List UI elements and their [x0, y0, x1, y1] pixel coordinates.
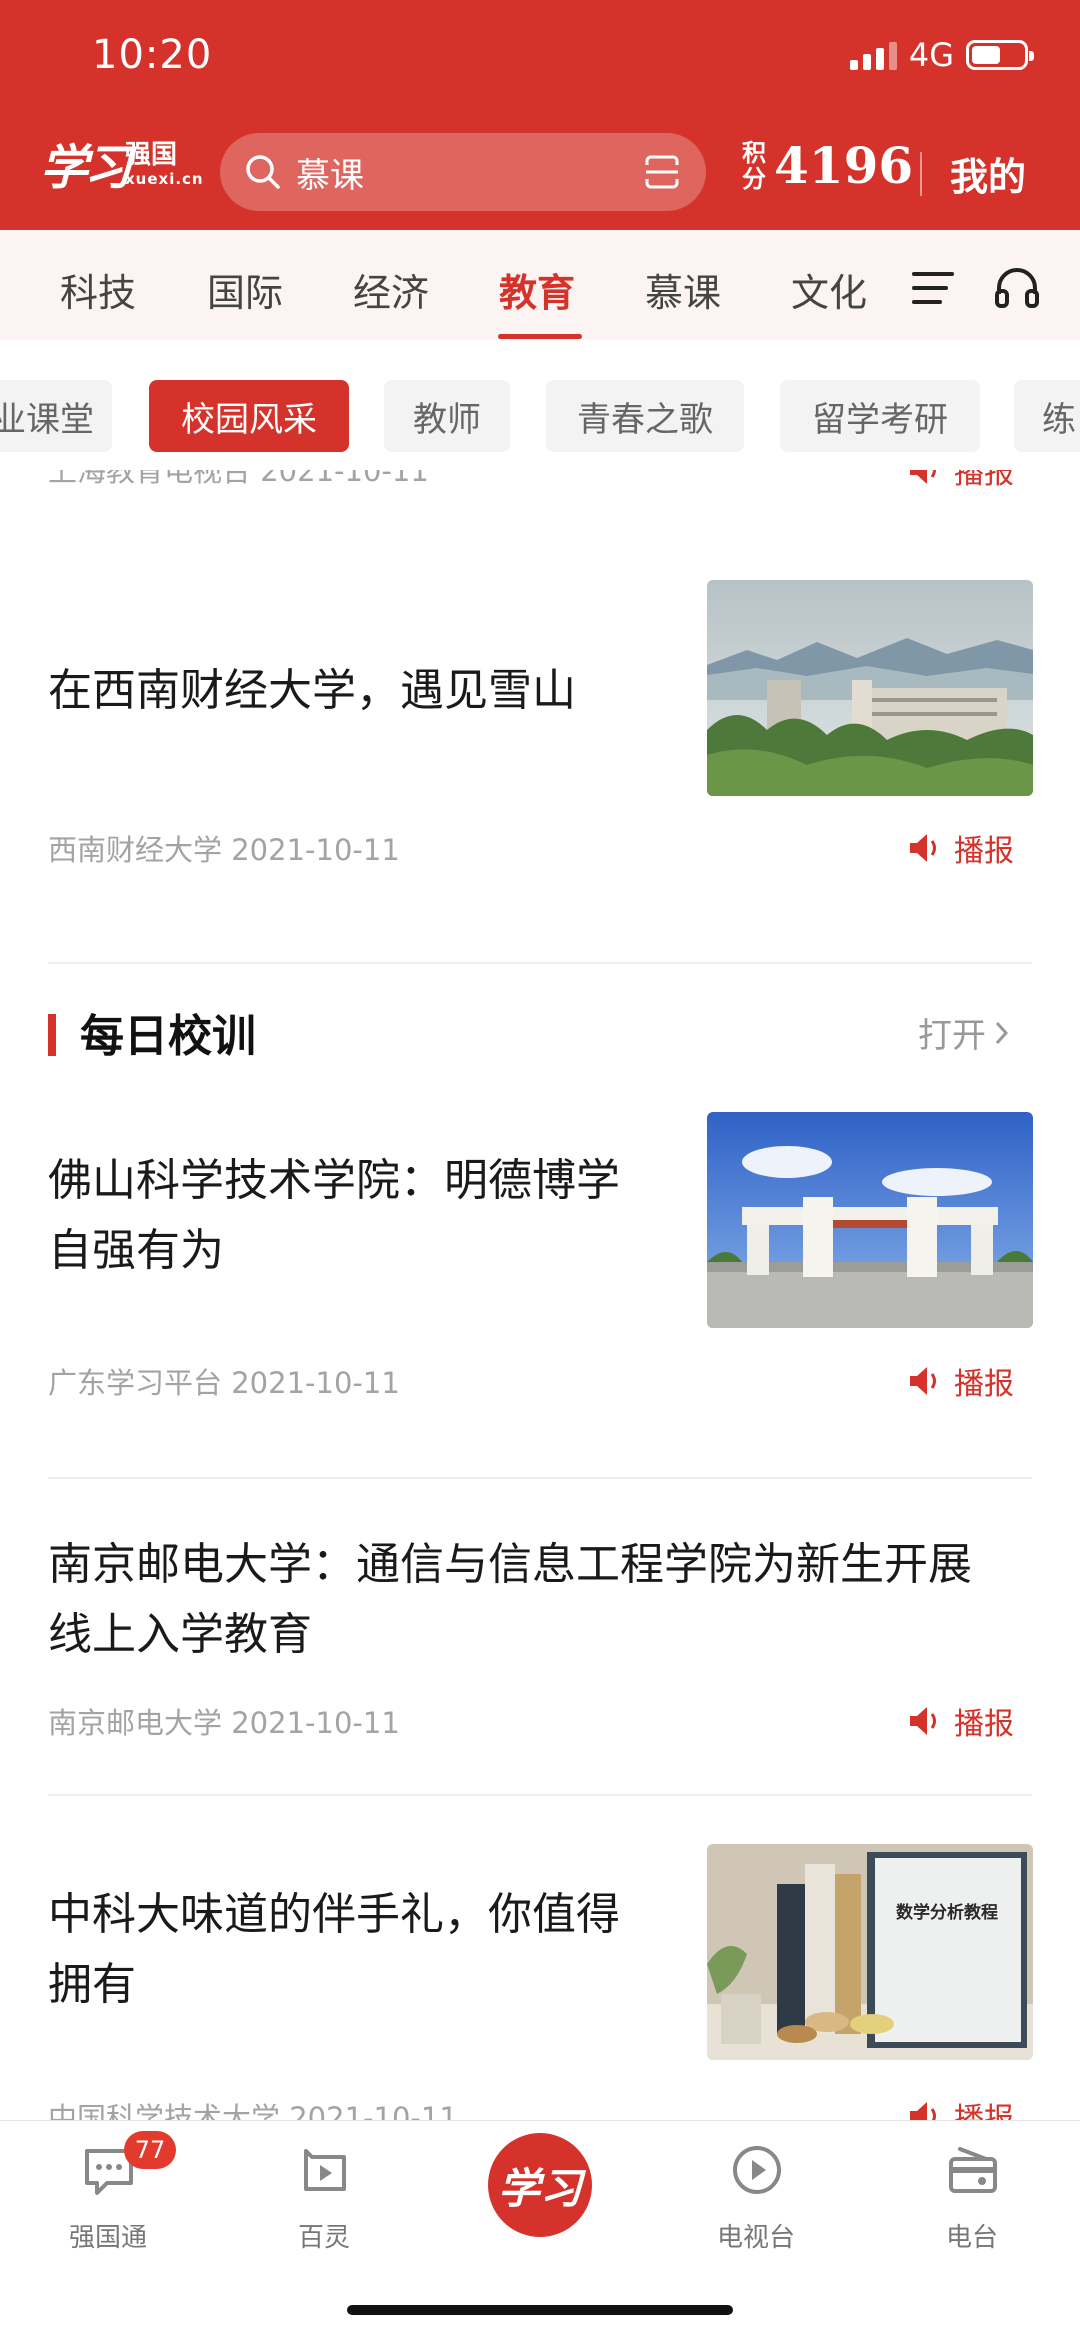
- status-time: 10:20: [92, 32, 213, 78]
- search-bar[interactable]: 慕课: [220, 133, 706, 211]
- section-title: 每日校训: [80, 1011, 256, 1062]
- subtab-xiaoyuan-fengcai[interactable]: 校园风采: [149, 380, 349, 452]
- subtab-zhiye-ketang[interactable]: 业课堂: [0, 380, 112, 452]
- logo-domain: xuexi.cn: [125, 170, 204, 188]
- article-thumbnail-snow-mountain: [707, 580, 1033, 796]
- home-indicator[interactable]: [347, 2305, 733, 2315]
- article-title: 中科大味道的伴手礼，你值得 拥有: [48, 1889, 620, 2010]
- app-header: 10:20 4G 学习 强国 xuexi.cn 慕课 积 分 4196 我的: [0, 0, 1080, 230]
- tab-keji[interactable]: 科技: [60, 262, 136, 317]
- status-bar-right: 4G: [849, 36, 1034, 74]
- play-circle-icon: [733, 2146, 781, 2194]
- menu-icon[interactable]: [912, 270, 954, 306]
- points-label: 积 分: [742, 138, 766, 193]
- book-title: 数学分析教程: [896, 1902, 998, 1923]
- subtab-more[interactable]: 练: [1014, 380, 1080, 452]
- scan-icon[interactable]: [644, 155, 680, 189]
- article-thumbnail-books: 数学分析教程: [707, 1844, 1033, 2060]
- article-meta: 广东学习平台 2021-10-11: [48, 1366, 400, 1400]
- search-placeholder: 慕课: [296, 155, 364, 196]
- speaker-icon: [910, 1707, 936, 1735]
- tab-guoji[interactable]: 国际: [207, 262, 283, 317]
- article-list: 上海教育电视台 2021-10-11 播报 在西南财经大学，遇见雪山 西南财经大…: [0, 470, 1080, 2120]
- headphones-icon[interactable]: [994, 264, 1040, 310]
- broadcast-button[interactable]: 播报: [908, 826, 1014, 870]
- article-thumbnail-campus-gate: [707, 1112, 1033, 1328]
- points-display[interactable]: 积 分 4196: [742, 136, 913, 195]
- battery-icon: [966, 40, 1034, 70]
- network-label: 4G: [908, 36, 954, 74]
- tab-jiaoyu[interactable]: 教育: [499, 262, 575, 317]
- signal-icon: [849, 40, 897, 70]
- broadcast-button[interactable]: 播报: [908, 470, 1014, 492]
- article-meta: 中国科学技术大学 2021-10-11: [48, 2101, 458, 2120]
- tab-muke[interactable]: 慕课: [645, 262, 721, 317]
- active-tab-indicator: [498, 334, 582, 339]
- logo-script: 学习: [40, 140, 132, 196]
- unread-badge: 77: [124, 2131, 176, 2169]
- section-open-button[interactable]: 打开: [918, 1008, 1010, 1057]
- channel-tabs: 科技 国际 经济 教育 慕课 文化: [0, 230, 1080, 340]
- speaker-icon: [910, 2102, 936, 2120]
- speaker-icon: [910, 834, 936, 862]
- article-title: 南京邮电大学：通信与信息工程学院为新生开展 线上入学教育: [48, 1539, 972, 1660]
- subtab-qingchun-zhige[interactable]: 青春之歌: [546, 380, 744, 452]
- article-meta-partial: 上海教育电视台 2021-10-11: [48, 470, 429, 488]
- tab-wenhua[interactable]: 文化: [791, 262, 867, 317]
- broadcast-button[interactable]: 播报: [908, 1699, 1014, 1743]
- subtab-jiaoshi[interactable]: 教师: [384, 380, 510, 452]
- tab-jingji[interactable]: 经济: [353, 262, 429, 317]
- app-logo[interactable]: 学习 强国 xuexi.cn: [40, 128, 203, 198]
- search-icon: [246, 155, 280, 189]
- broadcast-button[interactable]: 播报: [908, 1359, 1014, 1403]
- speaker-icon: [910, 1367, 936, 1395]
- sub-channel-tabs: 业课堂 校园风采 教师 青春之歌 留学考研 练: [0, 340, 1080, 470]
- points-value: 4196: [774, 136, 914, 195]
- header-divider: [920, 152, 922, 196]
- logo-name: 强国: [125, 140, 178, 170]
- speaker-icon: [910, 470, 936, 484]
- list-divider: [48, 962, 1032, 964]
- nav-study-home-button[interactable]: 学习: [488, 2133, 592, 2237]
- mine-button[interactable]: 我的: [950, 146, 1026, 201]
- subtab-liuxue-kaoyan[interactable]: 留学考研: [780, 380, 980, 452]
- article-title: 佛山科学技术学院：明德博学 自强有为: [48, 1155, 620, 1276]
- list-divider: [48, 1794, 1032, 1796]
- article-title: 在西南财经大学，遇见雪山: [48, 665, 576, 716]
- radio-icon: [949, 2147, 997, 2193]
- section-accent-bar: [48, 1014, 56, 1056]
- article-meta: 南京邮电大学 2021-10-11: [48, 1706, 400, 1740]
- chevron-right-icon: [995, 1021, 1009, 1044]
- broadcast-button[interactable]: 播报: [908, 2094, 1014, 2120]
- video-feed-icon: [304, 2149, 346, 2191]
- article-meta: 西南财经大学 2021-10-11: [48, 833, 400, 867]
- list-divider: [48, 1477, 1032, 1479]
